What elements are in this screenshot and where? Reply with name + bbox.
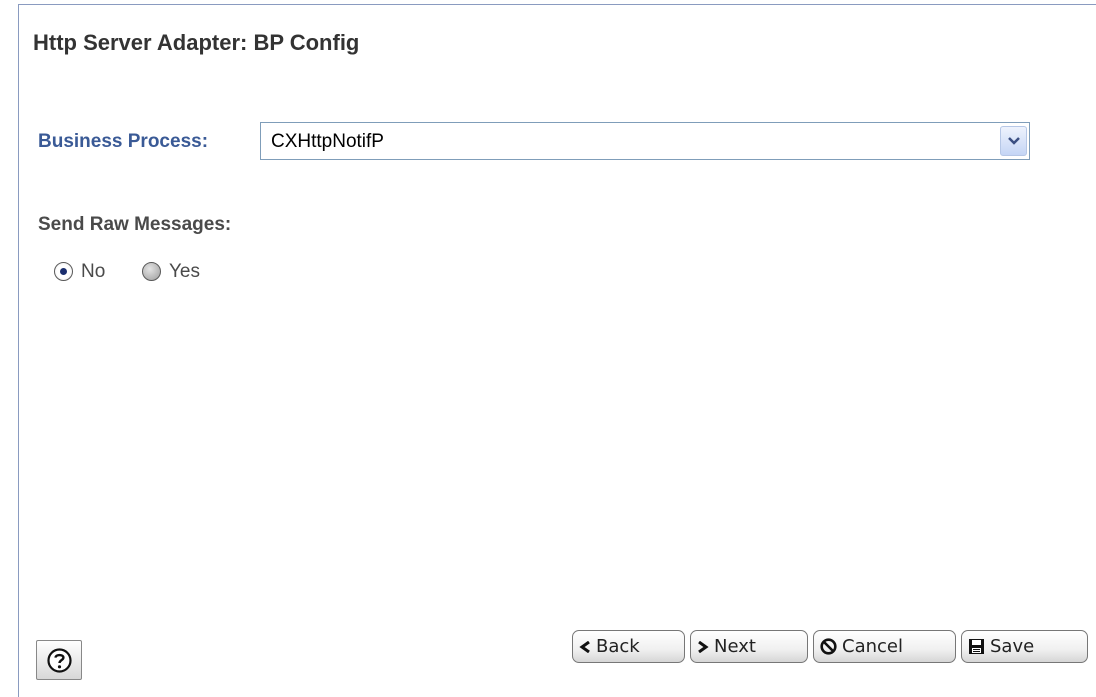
radio-no[interactable] <box>54 262 73 281</box>
cancel-button[interactable]: Cancel <box>813 630 956 663</box>
question-circle-icon <box>47 648 72 673</box>
help-button[interactable] <box>36 640 82 680</box>
next-button[interactable]: Next <box>690 630 808 663</box>
cancel-label: Cancel <box>842 636 903 657</box>
radio-yes[interactable] <box>142 262 161 281</box>
back-button[interactable]: Back <box>572 630 685 663</box>
next-label: Next <box>714 636 756 657</box>
chevron-right-icon <box>698 640 709 653</box>
floppy-disk-icon <box>969 639 984 654</box>
radio-yes-label: Yes <box>169 261 200 282</box>
save-label: Save <box>990 636 1035 657</box>
business-process-label: Business Process: <box>38 131 209 152</box>
radio-no-label: No <box>81 261 106 282</box>
save-button[interactable]: Save <box>961 630 1088 663</box>
chevron-down-icon <box>1008 137 1020 145</box>
config-panel <box>18 4 1096 697</box>
cancel-icon <box>820 638 837 655</box>
dropdown-button[interactable] <box>1000 126 1027 156</box>
chevron-left-icon <box>579 640 590 653</box>
business-process-value: CXHttpNotifP <box>271 131 384 152</box>
business-process-select[interactable]: CXHttpNotifP <box>260 122 1030 160</box>
page-title: Http Server Adapter: BP Config <box>33 30 360 55</box>
back-label: Back <box>596 636 640 657</box>
send-raw-messages-label: Send Raw Messages: <box>38 214 232 235</box>
